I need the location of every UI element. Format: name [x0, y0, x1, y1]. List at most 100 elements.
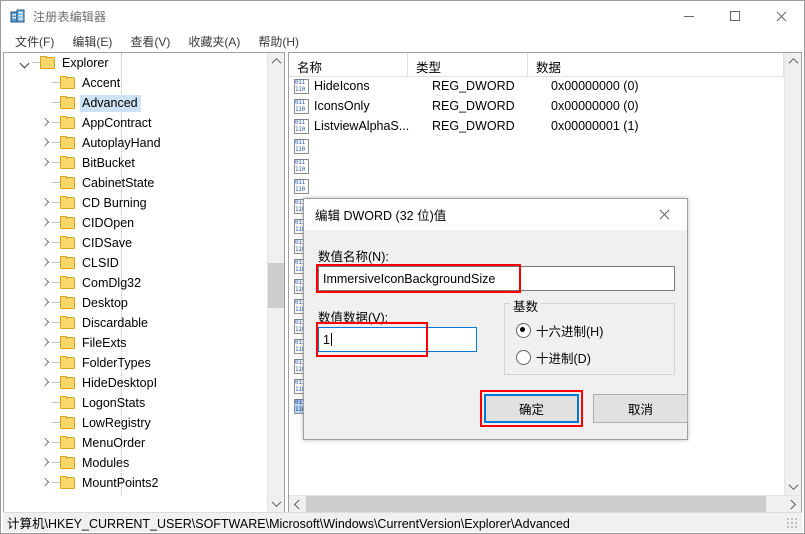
list-item[interactable]: [289, 176, 784, 196]
tree-item-advanced[interactable]: Advanced: [4, 93, 266, 113]
tree-item-comdlg32[interactable]: ComDlg32: [4, 273, 266, 293]
cancel-button[interactable]: 取消: [593, 394, 688, 423]
menu-file[interactable]: 文件(F): [7, 31, 62, 52]
tree-scroll-up-button[interactable]: [268, 53, 284, 70]
tree-item-autoplayhand[interactable]: AutoplayHand: [4, 133, 266, 153]
folder-icon: [60, 316, 76, 330]
list-item-type: REG_DWORD: [432, 119, 515, 133]
chevron-right-icon[interactable]: [38, 453, 52, 473]
value-data-input[interactable]: 1: [318, 327, 477, 352]
chevron-right-icon[interactable]: [38, 373, 52, 393]
tree-item-modules[interactable]: Modules: [4, 453, 266, 473]
chevron-right-icon[interactable]: [38, 153, 52, 173]
tree-item-cidsave[interactable]: CIDSave: [4, 233, 266, 253]
chevron-right-icon[interactable]: [38, 193, 52, 213]
tree-item-label: FolderTypes: [82, 355, 151, 370]
tree-item-cd-burning[interactable]: CD Burning: [4, 193, 266, 213]
list-item[interactable]: [289, 136, 784, 156]
resize-grip-icon[interactable]: [787, 518, 799, 530]
list-item[interactable]: IconsOnly REG_DWORD 0x00000000 (0): [289, 96, 784, 116]
chevron-right-icon: [786, 499, 797, 510]
list-item-data: 0x00000000 (0): [551, 99, 639, 113]
chevron-up-icon: [788, 57, 799, 68]
column-type[interactable]: 类型: [408, 53, 528, 76]
folder-icon: [60, 456, 76, 470]
minimize-button[interactable]: [666, 1, 712, 31]
base-group-label: 基数: [510, 296, 542, 315]
chevron-right-icon[interactable]: [38, 113, 52, 133]
list-scroll-left-button[interactable]: [289, 496, 306, 512]
column-name[interactable]: 名称: [289, 53, 408, 76]
list-vertical-scrollbar[interactable]: [784, 53, 801, 512]
tree-item-lowregistry[interactable]: LowRegistry: [4, 413, 266, 433]
list-scroll-up-button[interactable]: [785, 53, 801, 70]
list-item[interactable]: ListviewAlphaS... REG_DWORD 0x00000001 (1): [289, 116, 784, 136]
tree-connector: [52, 453, 60, 473]
list-scroll-down-button[interactable]: [785, 478, 801, 495]
tree-vertical-scrollbar[interactable]: [267, 53, 284, 512]
tree-item-cabinetstate[interactable]: CabinetState: [4, 173, 266, 193]
radio-decimal[interactable]: 十进制(D): [516, 348, 591, 367]
tree-item-menuorder[interactable]: MenuOrder: [4, 433, 266, 453]
dialog-title: 编辑 DWORD (32 位)值: [315, 209, 447, 223]
tree-item-foldertypes[interactable]: FolderTypes: [4, 353, 266, 373]
chevron-right-icon[interactable]: [38, 213, 52, 233]
close-button[interactable]: [758, 1, 804, 31]
tree-item-cidopen[interactable]: CIDOpen: [4, 213, 266, 233]
chevron-right-icon[interactable]: [38, 293, 52, 313]
tree-item-discardable[interactable]: Discardable: [4, 313, 266, 333]
tree-item-mountpoints2[interactable]: MountPoints2: [4, 473, 266, 493]
tree-item-bitbucket[interactable]: BitBucket: [4, 153, 266, 173]
menu-favorites[interactable]: 收藏夹(A): [180, 31, 248, 52]
chevron-right-icon[interactable]: [38, 473, 52, 493]
value-name-input[interactable]: ImmersiveIconBackgroundSize: [318, 266, 675, 291]
menu-help[interactable]: 帮助(H): [250, 31, 307, 52]
radio-decimal-label: 十进制(D): [536, 352, 591, 366]
chevron-down-icon: [788, 480, 799, 491]
chevron-right-icon[interactable]: [38, 333, 52, 353]
tree-item-fileexts[interactable]: FileExts: [4, 333, 266, 353]
dialog-close-button[interactable]: [642, 199, 687, 230]
tree-item-label: Discardable: [82, 315, 149, 330]
chevron-right-icon[interactable]: [38, 273, 52, 293]
chevron-right-icon[interactable]: [38, 233, 52, 253]
menu-view[interactable]: 查看(V): [122, 31, 178, 52]
tree-scroll-down-button[interactable]: [268, 495, 284, 512]
column-data[interactable]: 数据: [528, 53, 784, 76]
tree-item-clsid[interactable]: CLSID: [4, 253, 266, 273]
chevron-right-icon[interactable]: [38, 133, 52, 153]
radio-hexadecimal[interactable]: 十六进制(H): [516, 321, 603, 340]
list-hscroll-thumb[interactable]: [306, 496, 766, 512]
maximize-button[interactable]: [712, 1, 758, 31]
tree-item-logonstats[interactable]: LogonStats: [4, 393, 266, 413]
list-horizontal-scrollbar[interactable]: [289, 495, 801, 512]
tree-item-accent[interactable]: Accent: [4, 73, 266, 93]
folder-icon: [60, 96, 76, 110]
tree-connector: [52, 233, 60, 253]
list-item-type: REG_DWORD: [432, 99, 515, 113]
chevron-right-icon[interactable]: [38, 253, 52, 273]
list-item-data: 0x00000000 (0): [551, 79, 639, 93]
tree-item-desktop[interactable]: Desktop: [4, 293, 266, 313]
chevron-right-icon[interactable]: [38, 433, 52, 453]
chevron-down-icon[interactable]: [18, 53, 32, 73]
tree-scroll-thumb[interactable]: [268, 263, 284, 308]
tree-item-explorer[interactable]: Explorer: [4, 53, 266, 73]
menu-bar: 文件(F) 编辑(E) 查看(V) 收藏夹(A) 帮助(H): [1, 31, 804, 52]
list-item[interactable]: [289, 156, 784, 176]
list-item[interactable]: HideIcons REG_DWORD 0x00000000 (0): [289, 76, 784, 96]
folder-icon: [60, 436, 76, 450]
chevron-right-icon[interactable]: [38, 353, 52, 373]
registry-tree-pane: Explorer Accent Advanced AppContract Autopla…: [3, 52, 285, 513]
registry-value-icon: [294, 118, 309, 134]
folder-icon: [60, 256, 76, 270]
list-scroll-right-button[interactable]: [784, 496, 801, 512]
tree-item-hidedesktopi[interactable]: HideDesktopI: [4, 373, 266, 393]
main-area: Explorer Accent Advanced AppContract Autopla…: [3, 52, 802, 513]
menu-edit[interactable]: 编辑(E): [64, 31, 120, 52]
ok-button[interactable]: 确定: [484, 394, 579, 423]
chevron-right-icon[interactable]: [38, 313, 52, 333]
tree-item-appcontract[interactable]: AppContract: [4, 113, 266, 133]
folder-icon: [60, 396, 76, 410]
tree-connector: [52, 193, 60, 213]
